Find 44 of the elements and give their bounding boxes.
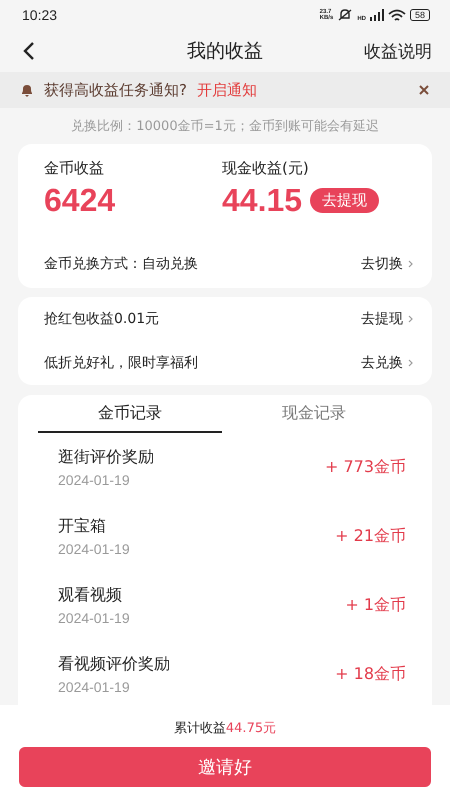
close-icon[interactable]	[418, 84, 430, 96]
offer-link[interactable]: 去提现	[361, 310, 414, 328]
record-date: 2024-01-19	[58, 610, 130, 626]
record-amount: + 773金币	[324, 457, 406, 478]
wifi-icon	[388, 8, 406, 22]
enable-notice-link[interactable]: 开启通知	[196, 80, 257, 100]
back-icon[interactable]	[22, 41, 36, 61]
record-amount: + 21金币	[335, 526, 406, 547]
exchange-ratio-note: 兑换比例：10000金币=1元；金币到账可能会有延迟	[70, 118, 380, 136]
record-date: 2024-01-19	[58, 541, 130, 557]
page-title: 我的收益	[187, 39, 263, 64]
total-earnings-value: 44.75元	[226, 721, 276, 736]
invite-button[interactable]: 邀请好	[19, 747, 431, 787]
offer-text: 抢红包收益0.01元	[44, 310, 160, 328]
record-title: 观看视频	[58, 585, 123, 606]
signal-icon	[370, 9, 384, 21]
record-title: 看视频评价奖励	[58, 654, 170, 675]
record-date: 2024-01-19	[58, 679, 131, 695]
coin-earnings-value: 6424	[44, 181, 116, 220]
record-date: 2024-01-19	[58, 472, 131, 488]
chevron-icon	[408, 259, 414, 269]
record-tab[interactable]: 现金记录	[222, 395, 406, 433]
record-amount: + 18金币	[335, 664, 406, 685]
exchange-mode-text: 金币兑换方式：自动兑换	[44, 255, 198, 273]
record-amount: + 1金币	[345, 595, 406, 616]
muted-icon	[337, 9, 354, 21]
offer-link[interactable]: 去兑换	[361, 354, 414, 372]
cash-earnings-value: 44.15	[222, 181, 302, 220]
cash-earnings-label: 现金收益(元)	[222, 158, 310, 178]
notice-text: 获得高收益任务通知?	[44, 80, 187, 100]
earnings-info-link[interactable]: 收益说明	[364, 40, 432, 62]
total-earnings-label: 累计收益	[174, 721, 226, 736]
record-title: 逛街评价奖励	[58, 447, 154, 468]
withdraw-button[interactable]: 去提现	[310, 188, 380, 212]
chevron-icon	[408, 358, 414, 368]
chevron-icon	[408, 314, 414, 324]
status-time: 10:23	[22, 7, 58, 23]
switch-mode-link[interactable]: 去切换	[361, 255, 414, 273]
coin-earnings-label: 金币收益	[44, 158, 105, 178]
record-title: 开宝箱	[58, 516, 107, 537]
record-tab[interactable]: 金币记录	[38, 395, 222, 433]
bell-icon	[20, 83, 34, 97]
battery-icon: 58	[410, 9, 430, 21]
offer-text: 低折兑好礼，限时享福利	[44, 354, 198, 372]
